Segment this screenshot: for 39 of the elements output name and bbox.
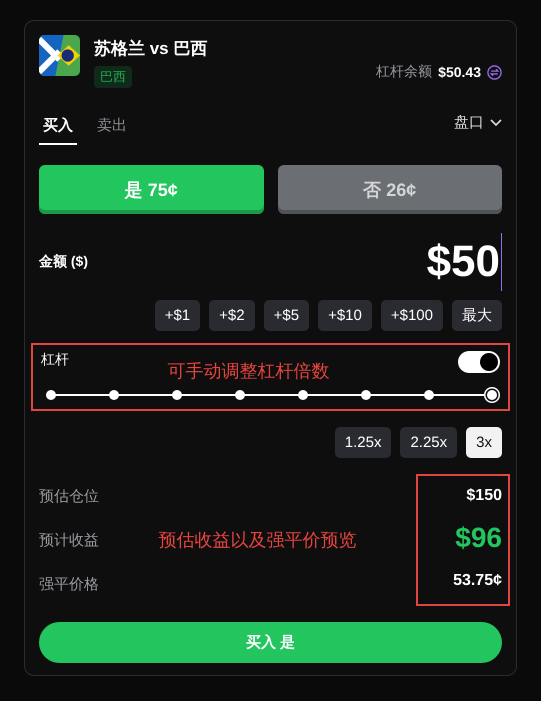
slider-stop[interactable]	[172, 390, 182, 400]
slider-stop[interactable]	[109, 390, 119, 400]
trade-tab[interactable]: 卖出	[93, 110, 131, 145]
summary-label: 预估仓位	[39, 486, 99, 506]
quick-amount-button[interactable]: +$2	[209, 300, 255, 331]
chevron-icon	[490, 118, 502, 126]
trade-tab[interactable]: 买入	[39, 110, 77, 145]
summary-value: $150	[465, 486, 502, 506]
amount-input[interactable]: $50	[426, 233, 502, 291]
slider-stop[interactable]	[298, 390, 308, 400]
swap-icon[interactable]	[487, 64, 502, 80]
quick-amount-button[interactable]: +$100	[380, 300, 443, 331]
slider-stop[interactable]	[46, 390, 56, 400]
leverage-label: 杠杆	[41, 351, 69, 369]
quick-amount-button[interactable]: +$5	[264, 300, 310, 331]
quick-amount-button[interactable]: +$1	[154, 300, 200, 331]
slider-stop[interactable]	[361, 390, 371, 400]
slider-thumb[interactable]	[484, 387, 500, 403]
summary-label: 预计收益	[39, 530, 99, 550]
multiplier-button[interactable]: 3x	[466, 427, 502, 458]
balance-value: $50.43	[438, 64, 481, 80]
quick-amount-button[interactable]: +$10	[318, 300, 372, 331]
slider-stop[interactable]	[235, 390, 245, 400]
leverage-toggle[interactable]	[458, 351, 500, 373]
quick-amount-button[interactable]: 最大	[452, 300, 502, 331]
balance-label: 杠杆余额	[376, 63, 432, 81]
flag-icon	[39, 35, 80, 76]
multiplier-button[interactable]: 2.25x	[400, 427, 458, 458]
amount-label: 金额 ($)	[39, 253, 88, 271]
market-title: 苏格兰 vs 巴西	[94, 38, 208, 60]
outcome-tag: 巴西	[94, 66, 132, 88]
summary-label: 强平价格	[39, 574, 99, 594]
slider-stop[interactable]	[424, 390, 434, 400]
annotation-text: 预估收益以及强平价预览	[158, 529, 356, 552]
summary-value: 53.75¢	[452, 570, 502, 590]
multiplier-button[interactable]: 1.25x	[334, 427, 392, 458]
market-menu[interactable]: 盘口	[454, 113, 502, 142]
summary-value: $96	[454, 521, 502, 555]
annotation-text: 可手动调整杠杆倍数	[168, 360, 330, 383]
